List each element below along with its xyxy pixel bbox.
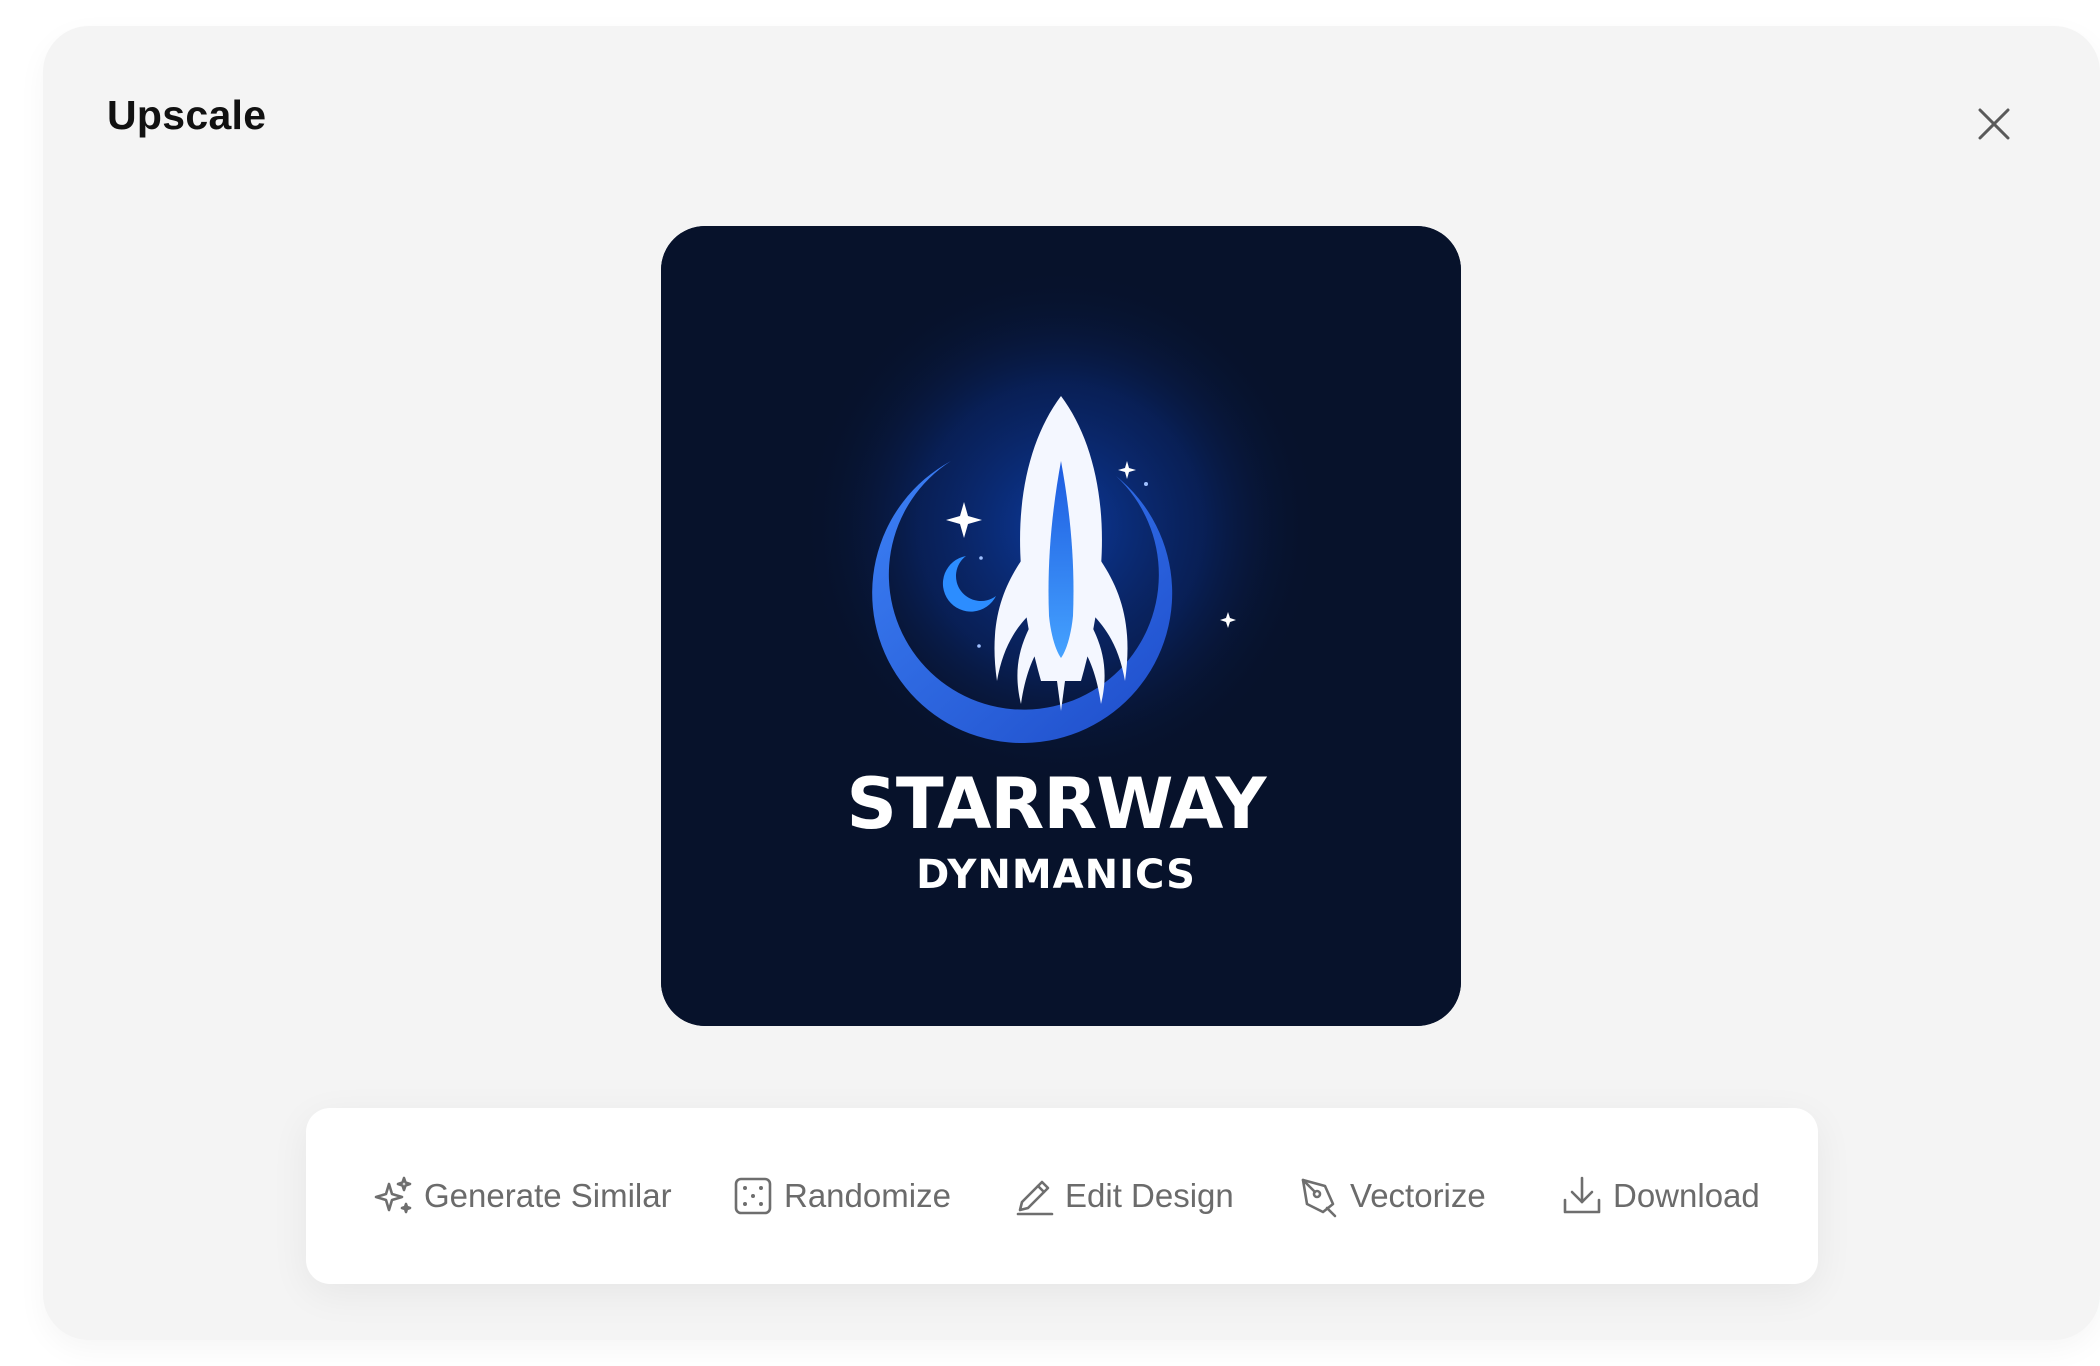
download-button[interactable]: Download bbox=[1559, 1108, 1760, 1284]
close-icon bbox=[1978, 108, 2010, 140]
sparkles-icon bbox=[370, 1173, 416, 1219]
brand-name-line2: DYNMANICS bbox=[916, 852, 1196, 898]
randomize-button[interactable]: Randomize bbox=[730, 1108, 951, 1284]
randomize-label: Randomize bbox=[784, 1177, 951, 1214]
brand-name-line1: STARRWAY bbox=[847, 763, 1268, 845]
pencil-icon bbox=[1011, 1173, 1057, 1219]
edit-design-label: Edit Design bbox=[1065, 1177, 1234, 1214]
close-button[interactable] bbox=[1964, 94, 2024, 154]
pen-nib-icon bbox=[1296, 1173, 1342, 1219]
download-icon bbox=[1559, 1173, 1605, 1219]
dialog-title: Upscale bbox=[107, 92, 267, 138]
download-label: Download bbox=[1613, 1177, 1760, 1214]
vectorize-label: Vectorize bbox=[1350, 1177, 1486, 1214]
generate-similar-label: Generate Similar bbox=[424, 1177, 672, 1214]
generated-logo-image: STARRWAY DYNMANICS bbox=[661, 226, 1461, 1026]
generate-similar-button[interactable]: Generate Similar bbox=[370, 1108, 672, 1284]
dice-icon bbox=[730, 1173, 776, 1219]
vectorize-button[interactable]: Vectorize bbox=[1296, 1108, 1486, 1284]
edit-design-button[interactable]: Edit Design bbox=[1011, 1108, 1234, 1284]
action-toolbar: Generate Similar Randomize Edit Design V… bbox=[306, 1108, 1818, 1284]
upscale-dialog: Upscale STARRWAY DYNMANICS Generate Simi… bbox=[43, 26, 2100, 1340]
